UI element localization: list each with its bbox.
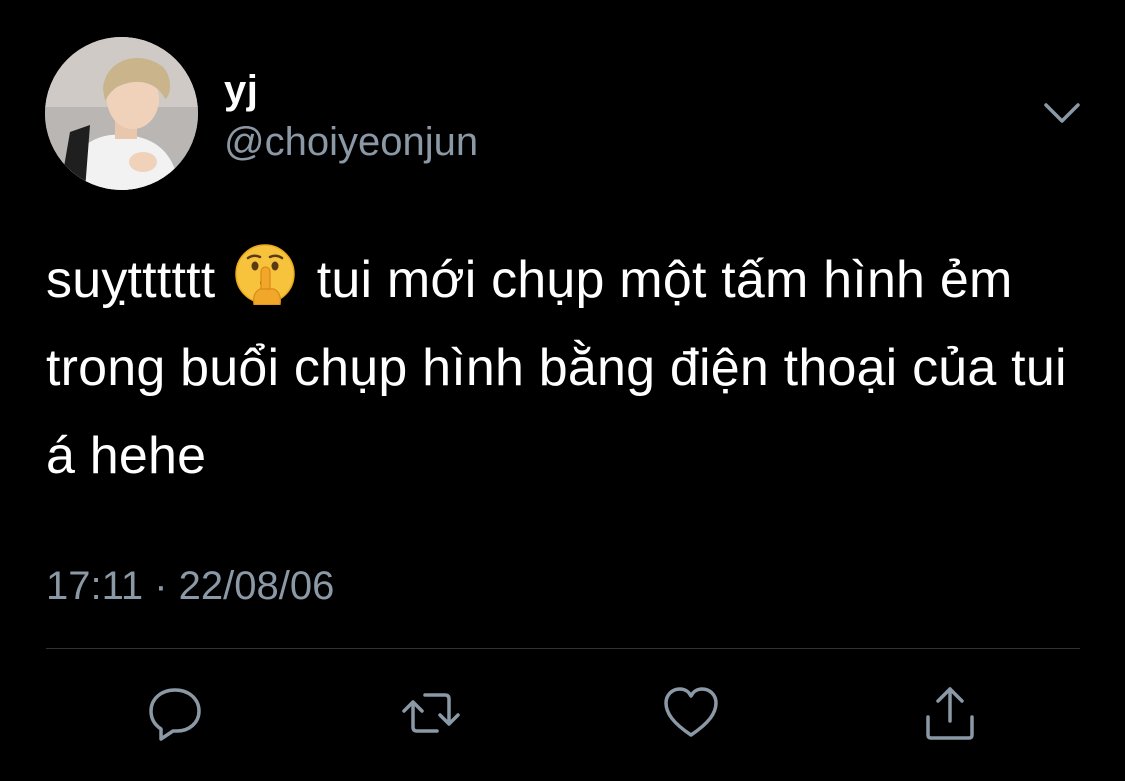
- reply-icon: [149, 688, 201, 741]
- more-options-chevron-icon[interactable]: [1040, 95, 1084, 131]
- retweet-icon: [402, 693, 460, 733]
- divider: [46, 648, 1080, 649]
- like-button[interactable]: [661, 683, 721, 743]
- tweet-timestamp[interactable]: 17:11 · 22/08/06: [46, 562, 334, 610]
- reply-button[interactable]: [145, 683, 205, 743]
- shushing-face-emoji-icon: [234, 243, 296, 306]
- tweet-card: yj @choiyeonjun suỵtttttt tui mới chụp m…: [0, 0, 1125, 781]
- profile-photo-icon: [45, 37, 198, 190]
- display-name[interactable]: yj: [224, 66, 258, 114]
- tweet-text: suỵtttttt tui mới chụp một tấm hình ẻm t…: [46, 236, 1086, 500]
- retweet-button[interactable]: [401, 683, 461, 743]
- avatar[interactable]: [45, 37, 198, 190]
- user-handle[interactable]: @choiyeonjun: [224, 118, 478, 166]
- tweet-text-start: suỵtttttt: [46, 251, 216, 309]
- share-button[interactable]: [920, 683, 980, 743]
- share-icon: [926, 687, 974, 740]
- heart-icon: [664, 687, 718, 737]
